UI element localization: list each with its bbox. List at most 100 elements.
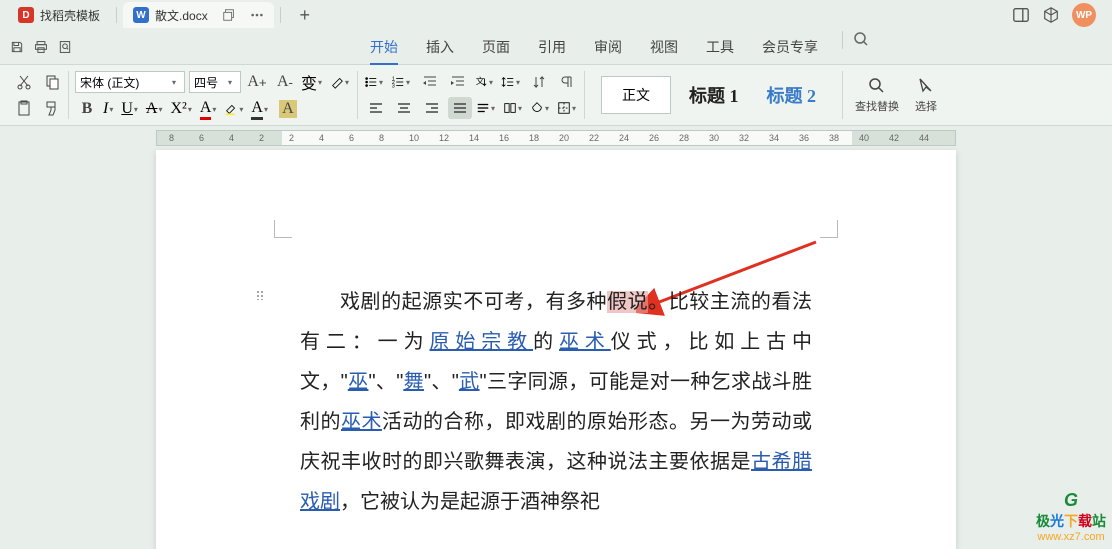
cut-icon[interactable] bbox=[12, 71, 36, 93]
menu-page[interactable]: 页面 bbox=[468, 31, 524, 63]
style-heading1[interactable]: 标题 1 bbox=[679, 76, 749, 114]
ruler-number: 40 bbox=[859, 133, 869, 143]
highlight-icon[interactable]: ▾ bbox=[224, 102, 247, 116]
menu-tools[interactable]: 工具 bbox=[692, 31, 748, 63]
align-left-icon[interactable] bbox=[364, 97, 388, 119]
new-tab-button[interactable]: + bbox=[295, 5, 315, 25]
ruler-number: 38 bbox=[829, 133, 839, 143]
cube-icon[interactable] bbox=[1042, 6, 1060, 24]
preview-icon[interactable] bbox=[56, 38, 74, 56]
align-justify-icon[interactable] bbox=[448, 97, 472, 119]
tab-document[interactable]: W 散文.docx bbox=[123, 2, 274, 28]
decrease-indent-icon[interactable] bbox=[418, 71, 442, 93]
ruler-number: 34 bbox=[769, 133, 779, 143]
increase-font-icon[interactable]: A+ bbox=[245, 71, 269, 93]
text[interactable]: "、" bbox=[368, 371, 403, 393]
restore-icon[interactable] bbox=[222, 8, 236, 22]
char-border-icon[interactable]: A bbox=[276, 98, 300, 120]
sort-icon[interactable] bbox=[528, 71, 552, 93]
select-button[interactable]: 选择 bbox=[907, 76, 945, 114]
paragraph-group: ▾ 123▾ 文▾ ▾ ▾ ▾ ▾ ▾ bbox=[360, 71, 585, 119]
clear-format-icon[interactable]: ▾ bbox=[330, 75, 353, 89]
font-family-select[interactable]: 宋体 (正文)▾ bbox=[75, 71, 185, 93]
menu-start[interactable]: 开始 bbox=[356, 31, 412, 63]
align-right-icon[interactable] bbox=[420, 97, 444, 119]
format-painter-icon[interactable] bbox=[40, 97, 64, 119]
decrease-font-icon[interactable]: A- bbox=[273, 71, 297, 93]
link-witchcraft2[interactable]: 巫术 bbox=[341, 411, 382, 433]
underline-icon[interactable]: U▾ bbox=[121, 100, 142, 118]
show-marks-icon[interactable] bbox=[556, 71, 580, 93]
tab-menu-icon[interactable] bbox=[250, 8, 264, 22]
horizontal-ruler[interactable]: 8642246810121416182022242628303234363840… bbox=[156, 126, 956, 146]
italic-icon[interactable]: I▾ bbox=[103, 100, 117, 118]
search-icon[interactable] bbox=[853, 31, 869, 47]
numbering-icon[interactable]: 123▾ bbox=[391, 75, 414, 89]
char-shading-icon[interactable]: A▾ bbox=[251, 99, 272, 120]
menu-review[interactable]: 审阅 bbox=[580, 31, 636, 63]
document-body[interactable]: 戏剧的起源实不可考，有多种假说。比较主流的看法有二：一为原始宗教的巫术仪式，比如… bbox=[300, 282, 812, 522]
watermark-logo: G 极光下载站 www.xz7.com bbox=[1036, 490, 1106, 543]
print-icon[interactable] bbox=[32, 38, 50, 56]
link-wu2[interactable]: 舞 bbox=[403, 371, 424, 393]
paste-icon[interactable] bbox=[12, 97, 36, 119]
ruler-number: 30 bbox=[709, 133, 719, 143]
paragraph-handle-icon[interactable] bbox=[256, 290, 266, 300]
change-case-icon[interactable]: 变▾ bbox=[301, 70, 326, 94]
font-size-select[interactable]: 四号▾ bbox=[189, 71, 241, 93]
document-canvas: 8642246810121416182022242628303234363840… bbox=[0, 126, 1112, 549]
ruler-number: 14 bbox=[469, 133, 479, 143]
text[interactable]: "、" bbox=[424, 371, 459, 393]
ruler-number: 16 bbox=[499, 133, 509, 143]
text-direction-icon[interactable]: 文▾ bbox=[474, 75, 497, 89]
align-center-icon[interactable] bbox=[392, 97, 416, 119]
ruler-number: 32 bbox=[739, 133, 749, 143]
ruler-number: 24 bbox=[619, 133, 629, 143]
highlighted-text[interactable]: 假说 bbox=[607, 291, 648, 313]
panel-icon[interactable] bbox=[1012, 6, 1030, 24]
ruler-number: 6 bbox=[199, 133, 204, 143]
save-icon[interactable] bbox=[8, 38, 26, 56]
link-religion[interactable]: 原始宗教 bbox=[429, 331, 533, 353]
strike-icon[interactable]: A▾ bbox=[146, 100, 167, 118]
columns-icon[interactable]: ▾ bbox=[503, 101, 526, 115]
tab-label: 找稻壳模板 bbox=[40, 7, 100, 24]
superscript-icon[interactable]: X²▾ bbox=[170, 100, 195, 118]
borders-icon[interactable]: ▾ bbox=[557, 101, 580, 115]
style-normal[interactable]: 正文 bbox=[601, 76, 671, 114]
page[interactable]: 戏剧的起源实不可考，有多种假说。比较主流的看法有二：一为原始宗教的巫术仪式，比如… bbox=[156, 150, 956, 549]
increase-indent-icon[interactable] bbox=[446, 71, 470, 93]
font-group: 宋体 (正文)▾ 四号▾ A+ A- 变▾ ▾ B I▾ U▾ A▾ X²▾ A… bbox=[71, 71, 358, 119]
margin-corner-tr bbox=[820, 220, 838, 238]
distribute-icon[interactable]: ▾ bbox=[476, 101, 499, 115]
shading-icon[interactable]: ▾ bbox=[530, 101, 553, 115]
text[interactable]: 戏剧的起源实不可考，有多种 bbox=[340, 291, 607, 313]
avatar[interactable]: WP bbox=[1072, 3, 1096, 27]
ruler-number: 28 bbox=[679, 133, 689, 143]
tab-template[interactable]: D 找稻壳模板 bbox=[8, 2, 110, 28]
menu-member[interactable]: 会员专享 bbox=[748, 31, 832, 63]
ruler-number: 4 bbox=[229, 133, 234, 143]
tab-label: 散文.docx bbox=[155, 7, 208, 24]
find-replace-button[interactable]: 查找替换 bbox=[847, 76, 907, 114]
clipboard-group bbox=[8, 71, 69, 119]
ruler-number: 20 bbox=[559, 133, 569, 143]
copy-icon[interactable] bbox=[40, 71, 64, 93]
link-wu[interactable]: 巫 bbox=[348, 371, 369, 393]
font-color-icon[interactable]: A▾ bbox=[200, 99, 221, 120]
editing-group: 查找替换 选择 bbox=[842, 71, 949, 119]
bullets-icon[interactable]: ▾ bbox=[364, 75, 387, 89]
menu-bar: 开始 插入 页面 引用 审阅 视图 工具 会员专享 bbox=[0, 30, 1112, 64]
text[interactable]: ，它被认为是起源于酒神祭祀 bbox=[340, 491, 600, 513]
style-heading2[interactable]: 标题 2 bbox=[757, 76, 827, 114]
link-witchcraft[interactable]: 巫术 bbox=[559, 331, 611, 353]
bold-icon[interactable]: B bbox=[75, 98, 99, 120]
ruler-number: 26 bbox=[649, 133, 659, 143]
menu-insert[interactable]: 插入 bbox=[412, 31, 468, 63]
menu-reference[interactable]: 引用 bbox=[524, 31, 580, 63]
line-spacing-icon[interactable]: ▾ bbox=[501, 75, 524, 89]
menu-view[interactable]: 视图 bbox=[636, 31, 692, 63]
text[interactable]: 的 bbox=[533, 331, 559, 353]
link-wu3[interactable]: 武 bbox=[459, 371, 480, 393]
ruler-number: 8 bbox=[169, 133, 174, 143]
